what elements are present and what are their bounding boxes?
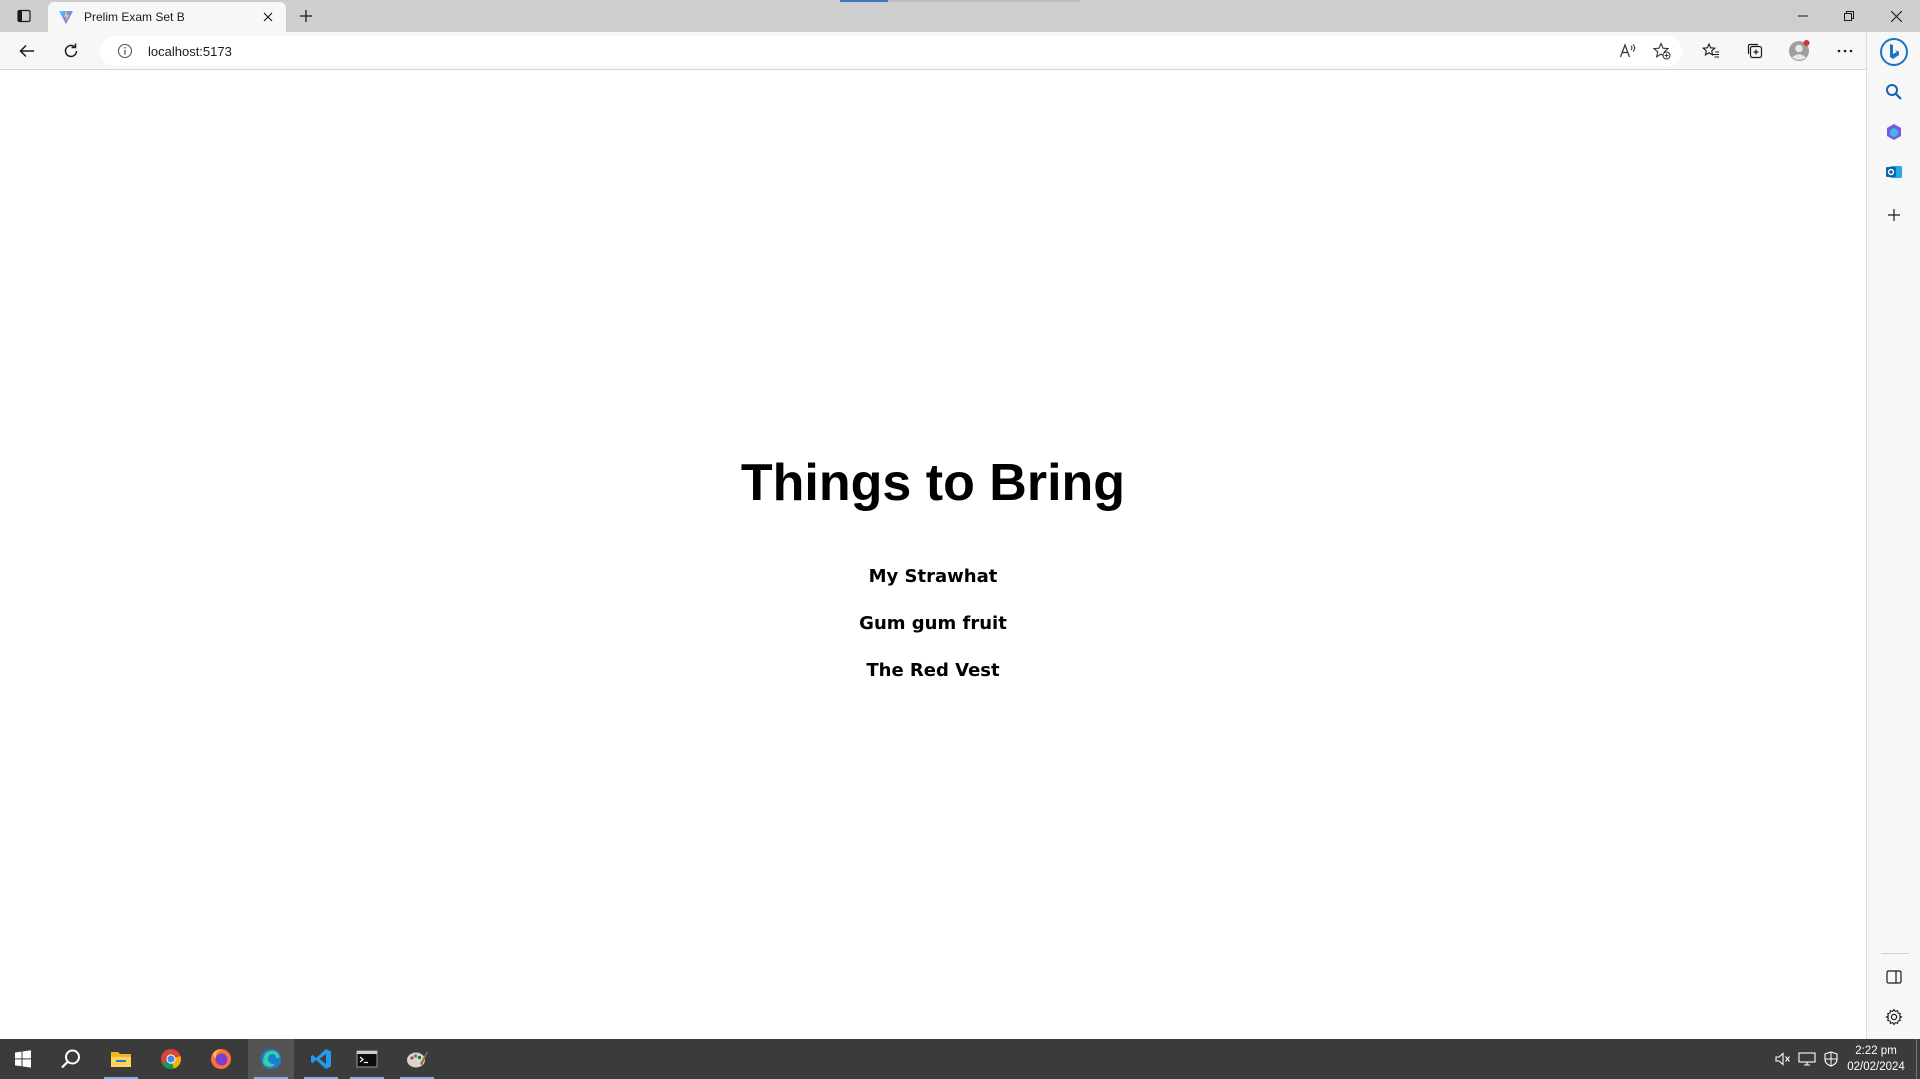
- tab-close-button[interactable]: [260, 9, 276, 25]
- add-favorite-icon: [1653, 42, 1671, 60]
- system-tray: [1772, 1039, 1842, 1079]
- read-aloud-icon: [1619, 43, 1636, 58]
- plus-icon: [300, 10, 312, 22]
- tab-actions-icon: [17, 9, 31, 23]
- search-icon: [61, 1049, 80, 1069]
- page-load-progress: [840, 0, 1080, 2]
- sidebar-search-button[interactable]: [1879, 77, 1909, 107]
- read-aloud-button[interactable]: [1614, 37, 1642, 65]
- terminal-icon: [356, 1050, 378, 1068]
- minimize-icon: [1798, 15, 1808, 17]
- url-text[interactable]: localhost:5173: [148, 44, 232, 59]
- list-item: Gum gum fruit: [859, 613, 1007, 634]
- sidebar-divider: [1881, 953, 1909, 954]
- bing-copilot-button[interactable]: [1877, 35, 1911, 69]
- add-icon: [1888, 209, 1900, 221]
- start-button[interactable]: [0, 1039, 46, 1079]
- hide-sidebar-icon: [1886, 970, 1902, 984]
- more-button[interactable]: [1830, 37, 1860, 65]
- address-bar[interactable]: localhost:5173: [100, 36, 1682, 66]
- tab-strip: Prelim Exam Set B: [0, 0, 1920, 32]
- windows-taskbar: 2:22 pm 02/02/2024: [0, 1039, 1920, 1079]
- network-icon: [1798, 1052, 1816, 1066]
- bing-icon: [1880, 38, 1908, 66]
- more-icon: [1837, 49, 1853, 53]
- list-item: My Strawhat: [868, 566, 998, 587]
- collections-button[interactable]: [1740, 37, 1770, 65]
- firefox-icon: [211, 1049, 231, 1069]
- favorites-button[interactable]: [1696, 37, 1726, 65]
- sidebar-tools-button[interactable]: [1879, 117, 1909, 147]
- browser-toolbar: localhost:5173: [0, 32, 1920, 70]
- taskbar-file-explorer[interactable]: [98, 1039, 144, 1079]
- windows-start-icon: [15, 1050, 31, 1068]
- add-favorite-button[interactable]: [1648, 37, 1676, 65]
- edge-icon: [261, 1049, 281, 1069]
- network-button[interactable]: [1794, 1039, 1820, 1079]
- profile-icon: [1789, 40, 1810, 61]
- close-icon: [1890, 10, 1902, 22]
- sidebar-outlook-button[interactable]: [1879, 157, 1909, 187]
- taskbar-firefox[interactable]: [198, 1039, 244, 1079]
- vscode-icon: [311, 1049, 331, 1069]
- collections-icon: [1747, 43, 1763, 59]
- chrome-icon: [161, 1049, 181, 1069]
- taskbar-paint[interactable]: [394, 1039, 440, 1079]
- favorites-icon: [1702, 42, 1719, 58]
- hide-sidebar-button[interactable]: [1879, 962, 1909, 992]
- page-heading: Things to Bring: [740, 454, 1126, 512]
- restore-button[interactable]: [1826, 0, 1872, 32]
- back-icon: [19, 44, 34, 58]
- clock-time: 2:22 pm: [1855, 1045, 1897, 1057]
- minimize-button[interactable]: [1780, 0, 1826, 32]
- tab-actions-button[interactable]: [8, 4, 40, 28]
- show-desktop-button[interactable]: [1916, 1039, 1920, 1079]
- site-info-button[interactable]: [116, 42, 134, 60]
- new-tab-button[interactable]: [292, 4, 320, 28]
- taskbar-clock[interactable]: 2:22 pm 02/02/2024: [1840, 1043, 1912, 1075]
- info-icon: [117, 43, 133, 59]
- sidebar-add-button[interactable]: [1879, 200, 1909, 230]
- back-button[interactable]: [12, 37, 42, 65]
- file-explorer-icon: [111, 1052, 131, 1067]
- refresh-button[interactable]: [56, 37, 86, 65]
- close-window-button[interactable]: [1872, 0, 1920, 32]
- shield-icon: [1824, 1051, 1838, 1067]
- sidebar-settings-button[interactable]: [1879, 1002, 1909, 1032]
- volume-muted-icon: [1775, 1052, 1790, 1066]
- profile-button[interactable]: [1784, 37, 1814, 65]
- page-viewport: Things to Bring My Strawhat Gum gum frui…: [0, 71, 1866, 1039]
- restore-icon: [1844, 11, 1854, 21]
- taskbar-terminal[interactable]: [344, 1039, 390, 1079]
- search-icon: [1886, 84, 1902, 100]
- volume-button[interactable]: [1772, 1039, 1794, 1079]
- refresh-icon: [64, 43, 78, 58]
- outlook-icon: [1886, 166, 1902, 178]
- tools-icon: [1887, 124, 1901, 140]
- close-icon: [263, 12, 273, 22]
- taskbar-vscode[interactable]: [298, 1039, 344, 1079]
- taskbar-chrome[interactable]: [148, 1039, 194, 1079]
- tab-active[interactable]: Prelim Exam Set B: [48, 2, 286, 32]
- edge-sidebar: [1866, 32, 1920, 1039]
- tab-title: Prelim Exam Set B: [84, 10, 185, 24]
- settings-icon: [1885, 1008, 1903, 1026]
- clock-date: 02/02/2024: [1847, 1061, 1905, 1073]
- security-button[interactable]: [1820, 1039, 1842, 1079]
- list-item: The Red Vest: [866, 660, 1000, 681]
- taskbar-edge[interactable]: [248, 1039, 294, 1079]
- vite-logo-icon: [59, 10, 73, 24]
- taskbar-search-button[interactable]: [48, 1039, 94, 1079]
- paint-icon: [407, 1051, 428, 1068]
